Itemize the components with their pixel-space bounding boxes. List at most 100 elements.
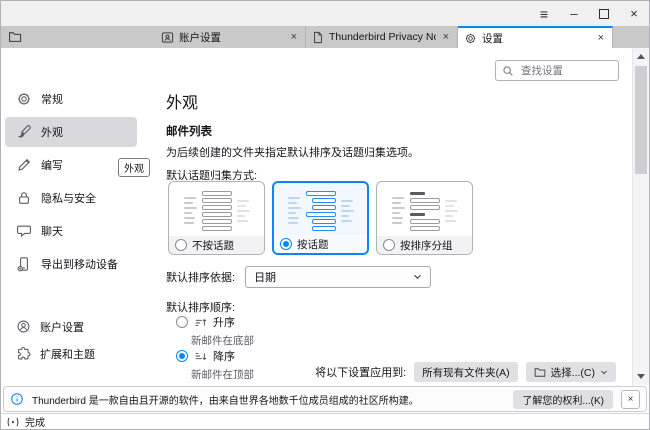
folder-icon [534,367,546,378]
paintbrush-icon [16,124,32,140]
ascending-option[interactable]: 升序 [176,314,235,330]
apply-all-folders-button[interactable]: 所有现有文件夹(A) [414,362,518,382]
ascending-label: 升序 [213,314,235,330]
sidebar-item-label: 隐私与安全 [41,190,96,206]
folder-icon [8,30,22,44]
sort-by-row: 默认排序依据: 日期 [166,266,431,288]
scrollbar-thumb[interactable] [635,66,647,174]
card-foot: 不按话题 [169,236,264,254]
section-title: 邮件列表 [166,123,212,139]
sort-ascending-icon [194,316,207,329]
search-input[interactable] [519,64,612,78]
sidebar-item-label: 外观 [41,124,63,140]
descending-description: 新邮件在顶部 [191,367,254,382]
sidebar-item-label: 编写 [41,157,63,173]
descending-label: 降序 [213,348,235,364]
tab-label: Thunderbird Privacy Notice — M [329,31,436,43]
page-title: 外观 [166,89,198,113]
mobile-icon [16,256,32,272]
appearance-pane: 外观 邮件列表 为后续创建的文件夹指定默认排序及话题归集选项。 默认话题归集方式… [141,48,632,385]
sidebar-item-label: 导出到移动设备 [41,256,118,272]
info-icon [10,392,24,406]
sort-descending-icon [194,350,207,363]
search-settings-box[interactable] [495,60,619,81]
tab-settings-active[interactable]: 设置 × [458,26,613,48]
minimize-button[interactable]: – [559,1,589,26]
thread-option-cards: 不按话题 按话题 [168,181,473,255]
apply-choose-button[interactable]: 选择...(C) [526,362,616,382]
descending-option[interactable]: 降序 [176,348,235,364]
ascending-description: 新邮件在底部 [191,333,254,348]
chevron-down-icon [413,274,422,280]
radio-descending[interactable] [176,350,188,362]
sidebar-item-general[interactable]: 常规 [5,84,137,114]
section-description: 为后续创建的文件夹指定默认排序及话题归集选项。 [166,144,419,160]
document-icon [312,31,324,44]
card-label: 按排序分组 [400,238,453,253]
sidebar-item-privacy-security[interactable]: 隐私与安全 [5,183,137,213]
sort-by-select[interactable]: 日期 [245,266,431,288]
button-label: 选择...(C) [551,365,595,380]
sidebar-item-label: 常规 [41,91,63,107]
radio-unthreaded[interactable] [175,239,187,251]
threaded-illustration [274,183,367,235]
card-unthreaded[interactable]: 不按话题 [168,181,265,255]
sidebar-item-chat[interactable]: 聊天 [5,216,137,246]
card-label: 按话题 [297,237,329,252]
tab-strip: 账户设置 × Thunderbird Privacy Notice — M × … [131,26,613,48]
sidebar-spacer [1,280,141,313]
lock-icon [16,190,32,206]
card-threaded-selected[interactable]: 按话题 [272,181,369,255]
unthreaded-illustration [169,182,264,236]
sidebar-item-appearance[interactable]: 外观 [5,117,137,147]
thunderbird-window: ≡ – × 账户设置 × Thunderbird Privacy Notice … [0,0,650,430]
radio-threaded[interactable] [280,238,292,250]
chat-icon [16,223,32,239]
status-bar: 完成 [1,413,649,429]
maximize-icon [599,9,609,19]
close-window-button[interactable]: × [619,1,649,26]
tab-label: 账户设置 [179,30,221,45]
sort-by-value: 日期 [254,269,276,285]
sort-order-label: 默认排序顺序: [166,299,235,315]
tab-close-icon[interactable]: × [596,32,606,44]
radio-ascending[interactable] [176,316,188,328]
app-menu-button[interactable]: ≡ [529,1,559,26]
card-foot: 按排序分组 [377,236,472,254]
tab-close-icon[interactable]: × [289,31,299,43]
radio-grouped[interactable] [383,239,395,251]
chevron-down-icon [600,370,608,375]
network-activity-icon [7,417,19,427]
notification-close-button[interactable]: × [621,390,640,409]
button-label: 所有现有文件夹(A) [422,365,510,380]
vertical-scrollbar[interactable] [632,48,649,385]
card-foot: 按话题 [274,235,367,253]
titlebar: ≡ – × [1,1,649,26]
notification-text: Thunderbird 是一款自由且开源的软件，由来自世界各地数千位成员组成的社… [32,392,505,407]
sidebar-item-label: 聊天 [41,223,63,239]
scroll-up-arrow-icon[interactable] [637,54,645,59]
status-text: 完成 [25,414,45,429]
appearance-tooltip: 外观 [118,158,150,177]
know-your-rights-button[interactable]: 了解您的权利...(K) [513,390,613,409]
card-label: 不按话题 [192,238,234,253]
scroll-down-arrow-icon[interactable] [637,374,645,379]
apply-settings-row: 将以下设置应用到: 所有现有文件夹(A) 选择...(C) [315,362,616,382]
sidebar-item-label: 扩展和主题 [40,346,95,362]
sidebar-item-addons-themes[interactable]: 扩展和主题 [5,340,137,367]
notification-bar: Thunderbird 是一款自由且开源的软件，由来自世界各地数千位成员组成的社… [3,386,647,412]
sidebar-item-export-mobile[interactable]: 导出到移动设备 [5,249,137,279]
puzzle-icon [16,346,31,361]
apply-label: 将以下设置应用到: [315,364,406,380]
tab-account-settings[interactable]: 账户设置 × [131,26,306,48]
card-grouped-by-sort[interactable]: 按排序分组 [376,181,473,255]
pencil-icon [16,157,32,173]
tab-privacy-notice[interactable]: Thunderbird Privacy Notice — M × [306,26,458,48]
maximize-button[interactable] [589,1,619,26]
search-icon [502,65,514,77]
sidebar-item-account-settings[interactable]: 账户设置 [5,313,137,340]
spaces-toolbar-button[interactable] [1,26,29,48]
grouped-illustration [377,182,472,236]
tab-close-icon[interactable]: × [441,31,451,43]
account-icon [16,319,31,334]
